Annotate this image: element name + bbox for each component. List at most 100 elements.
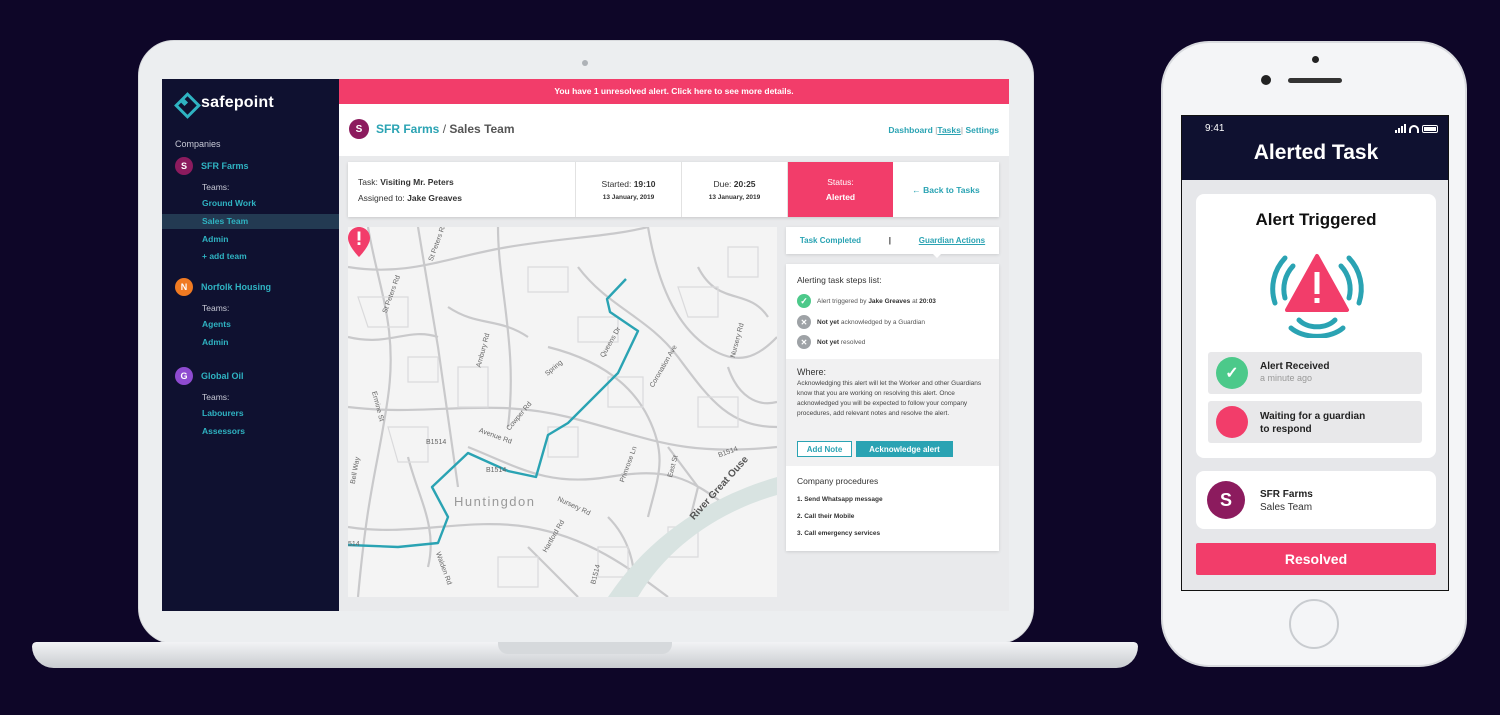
company-avatar: S [175,157,193,175]
alert-card: Alert Triggered ✓ Alert Received a minut… [1196,194,1436,458]
map-town-label: Huntingdon [454,494,536,509]
acknowledge-alert-button[interactable]: Acknowledge alert [856,441,953,457]
step-text: Alert triggered by Jake Greaves at 20:03 [817,297,936,305]
check-icon: ✓ [797,294,811,308]
phone-sensor [1312,56,1319,63]
laptop-notch [498,642,672,654]
tab-guardian-actions[interactable]: Guardian Actions [919,236,985,245]
unresolved-alert-banner[interactable]: You have 1 unresolved alert. Click here … [339,79,1009,104]
phone-screen: 9:41 Alerted Task Alert Triggered ✓ Aler… [1181,115,1449,591]
alert-received-time: a minute ago [1260,373,1313,383]
breadcrumb-separator: / [439,122,450,136]
nav-settings[interactable]: Settings [965,125,999,135]
battery-icon [1422,125,1438,133]
company-name: SFR Farms [1260,489,1313,500]
started-time: 19:10 [633,178,656,189]
waiting-line-1: Waiting for a guardian [1260,411,1366,422]
phone-camera [1261,75,1271,85]
waiting-line-2: to respond [1260,424,1312,435]
cross-icon: ✕ [797,315,811,329]
back-to-tasks-link[interactable]: ← Back to Tasks [893,162,999,217]
cross-icon: ✕ [797,335,811,349]
task-info: Task: Visiting Mr. Peters Assigned to: J… [348,162,576,217]
procedure-item: 1. Send Whatsapp message [797,496,883,503]
map-streets [348,227,777,597]
due-date: 13 January, 2019 [708,193,761,201]
assigned-name: Jake Greaves [407,192,462,203]
task-summary-bar: Task: Visiting Mr. Peters Assigned to: J… [348,162,999,217]
phone-title: Alerted Task [1253,141,1379,164]
company-name: Global Oil [201,371,244,381]
due-info: Due: 20:25 13 January, 2019 [682,162,788,217]
phone-header: 9:41 Alerted Task [1182,116,1448,180]
nav-dashboard[interactable]: Dashboard [888,125,932,135]
task-name: Visiting Mr. Peters [380,176,454,187]
team-agents[interactable]: Agents [162,317,339,332]
team-admin[interactable]: Admin [162,232,339,247]
resolved-button[interactable]: Resolved [1196,543,1436,575]
alert-received-row: ✓ Alert Received a minute ago [1208,352,1422,394]
started-label: Started: [601,178,632,189]
company-avatar: S [349,119,369,139]
companies-label: Companies [175,139,221,149]
procedure-item: 3. Call emergency services [797,530,881,537]
map-road-label: B1514 [426,439,447,446]
teams-label: Teams: [202,392,230,402]
due-time: 20:25 [733,178,756,189]
status-label: Status: [827,177,854,187]
laptop-camera [582,60,588,66]
map-road-label: 514 [348,541,360,548]
status-badge: Status: Alerted [788,162,893,217]
company-global-oil[interactable]: G Global Oil [175,367,244,385]
company-name: Norfolk Housing [201,282,271,292]
check-icon: ✓ [1216,357,1248,389]
phone-speaker [1288,78,1342,83]
step-text: Not yet resolved [817,338,866,346]
guardian-actions-panel: Alerting task steps list: ✓ Alert trigge… [786,264,999,551]
sidebar: safepoint Companies S SFR Farms Teams: G… [162,79,339,611]
step-text: Not yet acknowledged by a Guardian [817,318,926,326]
status-time: 9:41 [1205,123,1225,134]
team-sales-team[interactable]: Sales Team [162,214,339,229]
teams-label: Teams: [202,182,230,192]
alert-received-title: Alert Received [1260,361,1330,372]
pending-dot-icon [1216,406,1248,438]
nav-tasks[interactable]: Tasks [937,125,960,135]
company-avatar: N [175,278,193,296]
alert-location-pin-icon[interactable] [348,227,370,257]
route-map[interactable]: St Peters Rd St Peters Rd Ermine St Bell… [348,227,777,597]
tab-caret [932,253,942,258]
top-nav: Dashboard |Tasks| Settings [888,125,999,135]
teams-label: Teams: [202,303,230,313]
add-team-link[interactable]: + add team [162,249,339,264]
team-labourers[interactable]: Labourers [162,406,339,421]
company-avatar: G [175,367,193,385]
breadcrumb-company[interactable]: SFR Farms [376,122,439,136]
step-acknowledged: ✕ Not yet acknowledged by a Guardian [797,315,925,329]
procedure-item: 2. Call their Mobile [797,513,855,520]
started-info: Started: 19:10 13 January, 2019 [576,162,682,217]
phone-home-button[interactable] [1289,599,1339,649]
team-admin[interactable]: Admin [162,335,339,350]
status-value: Alerted [825,192,856,202]
add-note-button[interactable]: Add Note [797,441,852,457]
step-alert-triggered: ✓ Alert triggered by Jake Greaves at 20:… [797,294,936,308]
wifi-icon [1409,125,1419,133]
alert-broadcast-icon [1270,254,1364,338]
company-norfolk-housing[interactable]: N Norfolk Housing [175,278,271,296]
nav-separator: | [960,125,964,135]
team-name: Sales Team [1260,502,1313,513]
waiting-guardian-row: Waiting for a guardian to respond [1208,401,1422,443]
logo[interactable]: safepoint [175,93,274,113]
team-ground-work[interactable]: Ground Work [162,196,339,211]
where-title: Where: [797,367,827,377]
status-icons [1395,124,1438,133]
company-sfr-farms[interactable]: S SFR Farms [175,157,249,175]
brand-name: safepoint [201,94,274,111]
company-card[interactable]: S SFR Farms Sales Team [1196,471,1436,529]
step-resolved: ✕ Not yet resolved [797,335,865,349]
steps-title: Alerting task steps list: [797,275,882,285]
tab-task-completed[interactable]: Task Completed [800,236,861,245]
team-assessors[interactable]: Assessors [162,424,339,439]
safepoint-logo-icon [175,93,195,113]
